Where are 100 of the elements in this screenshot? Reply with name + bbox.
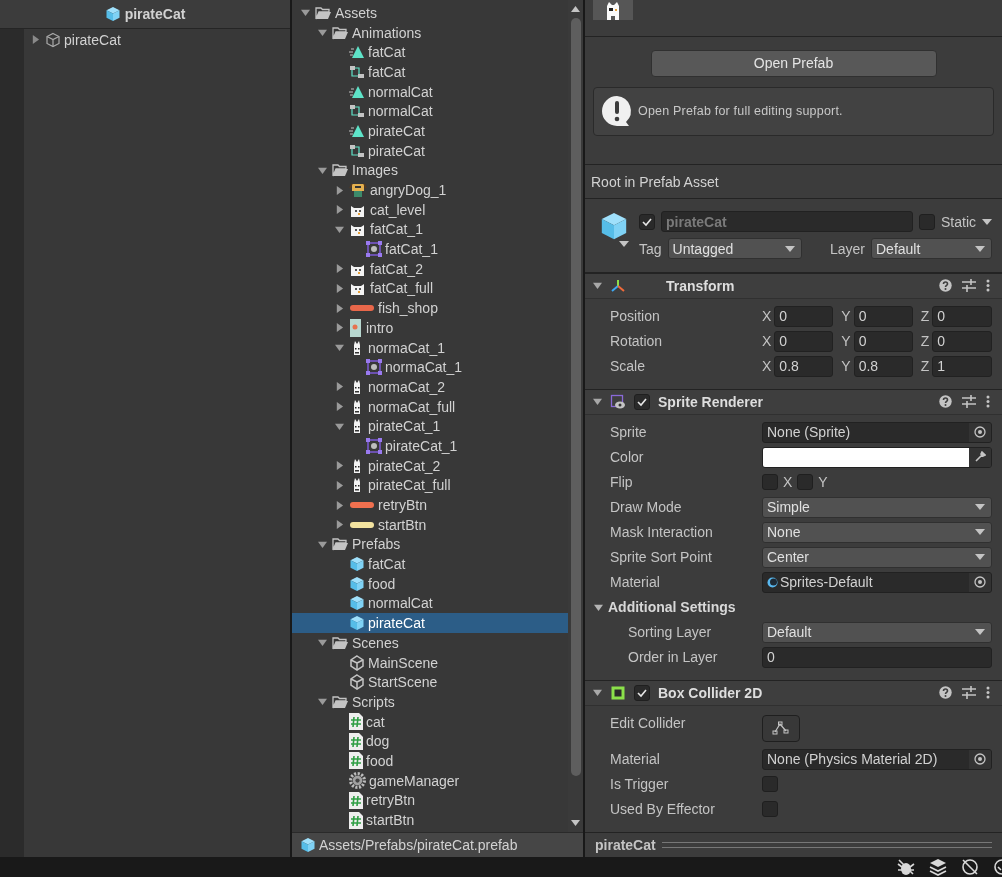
tag-dropdown[interactable]: Untagged	[667, 238, 802, 260]
checkbox[interactable]	[762, 801, 778, 818]
checkbox[interactable]	[797, 474, 814, 491]
tree-item[interactable]: food	[292, 751, 568, 771]
tree-item[interactable]: gameManager	[292, 770, 568, 791]
checkbox[interactable]	[762, 776, 778, 793]
tree-item[interactable]: pirateCat_full	[292, 475, 568, 496]
help-icon[interactable]	[939, 395, 952, 409]
caret-icon[interactable]	[334, 500, 344, 510]
tree-item[interactable]: fatCat_1	[292, 219, 568, 240]
caret-icon[interactable]	[334, 520, 344, 530]
dropdown[interactable]: Simple	[762, 496, 992, 518]
layer-dropdown[interactable]: Default	[871, 238, 992, 260]
caret-icon[interactable]	[317, 697, 327, 707]
target-icon[interactable]	[974, 576, 986, 589]
tree-item[interactable]: normalCat	[292, 81, 568, 102]
target-icon[interactable]	[974, 426, 986, 439]
tree-item[interactable]: intro	[292, 318, 568, 338]
caret-icon[interactable]	[334, 264, 344, 274]
caret-icon[interactable]	[334, 185, 344, 195]
tree-item[interactable]: normaCat_2	[292, 377, 568, 397]
caret-icon[interactable]	[334, 224, 344, 234]
caret-icon[interactable]	[334, 461, 344, 471]
number-field[interactable]: 0.8	[853, 355, 913, 377]
color-field[interactable]	[762, 446, 992, 468]
tree-item[interactable]: retryBtn	[292, 790, 568, 811]
number-field[interactable]: 0	[762, 646, 992, 668]
tree-item[interactable]: angryDog_1	[292, 180, 568, 200]
caret-icon[interactable]	[334, 480, 344, 490]
caret-icon[interactable]	[317, 638, 327, 648]
tree-item[interactable]: Prefabs	[292, 534, 568, 555]
more-icon[interactable]	[986, 279, 990, 293]
help-icon[interactable]	[939, 686, 952, 700]
tree-item[interactable]: fatCat	[292, 554, 568, 574]
tree-item[interactable]: fatCat	[292, 62, 568, 82]
tree-item[interactable]: MainScene	[292, 652, 568, 673]
open-prefab-button[interactable]: Open Prefab	[650, 49, 937, 77]
dropdown[interactable]: Default	[762, 621, 992, 643]
number-field[interactable]: 0	[853, 330, 913, 352]
more-icon[interactable]	[986, 395, 990, 409]
tree-item[interactable]: fish_shop	[292, 298, 568, 318]
caret-icon[interactable]	[334, 303, 344, 313]
caret-icon[interactable]	[334, 205, 344, 215]
number-field[interactable]: 0	[774, 330, 834, 352]
more-icon[interactable]	[986, 686, 990, 700]
caret-icon[interactable]	[30, 35, 40, 45]
foldout-label[interactable]: Additional Settings	[608, 599, 736, 616]
number-field[interactable]: 1	[932, 355, 992, 377]
tree-item[interactable]: normaCat_1	[292, 337, 568, 358]
caret-icon[interactable]	[593, 688, 602, 698]
layers-icon[interactable]	[928, 858, 948, 876]
caret-icon[interactable]	[334, 402, 344, 412]
active-checkbox[interactable]	[639, 213, 655, 230]
number-field[interactable]: 0	[853, 305, 913, 327]
dropdown[interactable]: Center	[762, 546, 992, 568]
tree-item[interactable]: pirateCat	[292, 613, 568, 633]
static-label[interactable]: Static	[941, 213, 976, 230]
object-field[interactable]: Sprites-Default	[762, 571, 992, 593]
tree-item[interactable]: fatCat_2	[292, 258, 568, 279]
caret-icon[interactable]	[334, 343, 344, 353]
tree-item[interactable]: Scenes	[292, 633, 568, 653]
tree-item[interactable]: dog	[292, 731, 568, 752]
tree-item[interactable]: fatCat_1	[292, 239, 568, 259]
caret-icon[interactable]	[317, 165, 327, 175]
tree-item[interactable]: retryBtn	[292, 495, 568, 515]
tree-item[interactable]: startBtn	[292, 514, 568, 535]
static-checkbox[interactable]	[919, 213, 935, 230]
enabled-checkbox[interactable]	[634, 684, 650, 701]
target-icon[interactable]	[974, 753, 986, 766]
tree-item[interactable]: normaCat_1	[292, 357, 568, 378]
scrollbar-thumb[interactable]	[570, 18, 581, 776]
tree-item[interactable]: Animations	[292, 22, 568, 43]
tree-item[interactable]: fatCat_full	[292, 278, 568, 299]
caret-icon[interactable]	[334, 323, 344, 333]
scroll-up-icon[interactable]	[571, 6, 580, 12]
caret-icon[interactable]	[593, 281, 602, 291]
tree-item[interactable]: pirateCat_1	[292, 436, 568, 456]
tree-item[interactable]: pirateCat	[292, 121, 568, 141]
presets-icon[interactable]	[962, 279, 976, 293]
bug-icon[interactable]	[896, 858, 916, 876]
enabled-checkbox[interactable]	[634, 393, 650, 410]
tree-item[interactable]: pirateCat_1	[292, 416, 568, 437]
caret-icon[interactable]	[594, 602, 603, 612]
number-field[interactable]: 0	[932, 305, 992, 327]
tree-item[interactable]: fatCat	[292, 42, 568, 63]
hierarchy-item[interactable]: pirateCat	[24, 30, 290, 50]
object-field[interactable]: None (Sprite)	[762, 421, 992, 443]
presets-icon[interactable]	[962, 686, 976, 700]
presets-icon[interactable]	[962, 395, 976, 409]
scroll-down-icon[interactable]	[571, 820, 580, 826]
tree-item[interactable]: cat_level	[292, 199, 568, 220]
tree-item[interactable]: normaCat_full	[292, 396, 568, 417]
caret-icon[interactable]	[317, 28, 327, 38]
help-icon[interactable]	[939, 279, 952, 293]
caret-icon[interactable]	[334, 382, 344, 392]
number-field[interactable]: 0	[774, 305, 834, 327]
dropdown[interactable]: None	[762, 521, 992, 543]
object-field[interactable]: None (Physics Material 2D)	[762, 748, 992, 770]
number-field[interactable]: 0.8	[774, 355, 834, 377]
caret-icon[interactable]	[317, 539, 327, 549]
